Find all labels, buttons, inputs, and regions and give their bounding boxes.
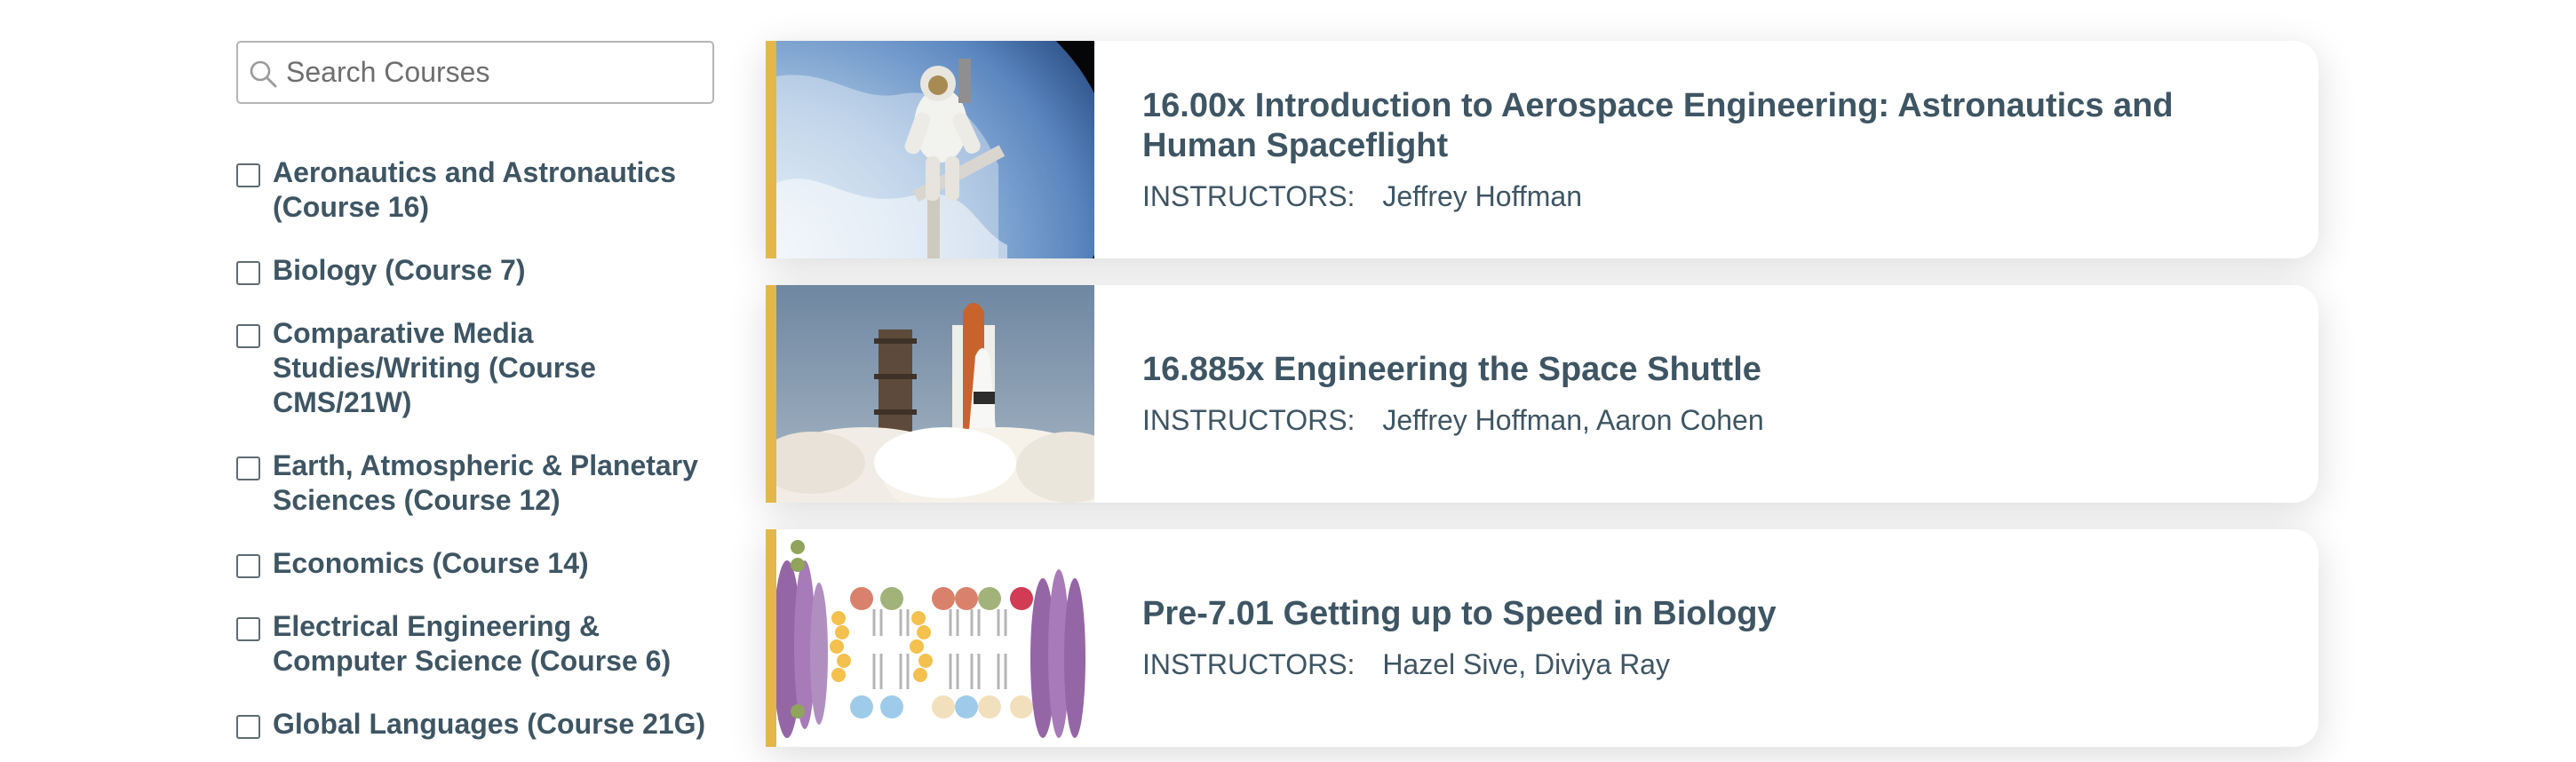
course-instructors: INSTRUCTORS: Hazel Sive, Diviya Ray	[1142, 647, 2238, 682]
card-accent-bar	[766, 41, 776, 258]
course-image-membrane[interactable]	[776, 529, 1094, 747]
course-instructors: INSTRUCTORS: Jeffrey Hoffman, Aaron Cohe…	[1142, 402, 2238, 438]
filter-label[interactable]: Comparative Media Studies/Writing (Cours…	[273, 316, 716, 420]
course-catalog-page: Aeronautics and Astronautics (Course 16)…	[0, 0, 2576, 762]
instructors-label: INSTRUCTORS:	[1142, 648, 1356, 680]
filter-item-aeronautics[interactable]: Aeronautics and Astronautics (Course 16)	[236, 155, 716, 225]
filter-label[interactable]: Biology (Course 7)	[273, 253, 525, 288]
instructors-label: INSTRUCTORS:	[1142, 404, 1356, 436]
search-box[interactable]	[236, 41, 714, 104]
filter-checkbox[interactable]	[236, 163, 260, 187]
card-accent-bar	[766, 529, 776, 747]
filter-item-earth-sciences[interactable]: Earth, Atmospheric & Planetary Sciences …	[236, 448, 716, 518]
filter-item-economics[interactable]: Economics (Course 14)	[236, 546, 716, 581]
course-title[interactable]: Pre-7.01 Getting up to Speed in Biology	[1142, 594, 2238, 634]
course-card[interactable]: Pre-7.01 Getting up to Speed in Biology …	[766, 529, 2318, 747]
filter-label[interactable]: Electrical Engineering & Computer Scienc…	[273, 609, 716, 679]
instructor-names: Jeffrey Hoffman, Aaron Cohen	[1382, 404, 1764, 436]
instructors-label: INSTRUCTORS:	[1142, 179, 1356, 212]
filter-checkbox[interactable]	[236, 554, 260, 578]
filter-checkbox[interactable]	[236, 324, 260, 348]
filter-item-biology[interactable]: Biology (Course 7)	[236, 253, 716, 288]
course-title[interactable]: 16.885x Engineering the Space Shuttle	[1142, 350, 2238, 390]
card-accent-bar	[766, 285, 776, 503]
instructor-names: Hazel Sive, Diviya Ray	[1382, 648, 1670, 680]
course-card[interactable]: 16.885x Engineering the Space Shuttle IN…	[766, 285, 2318, 503]
instructor-names: Jeffrey Hoffman	[1382, 179, 1583, 212]
filter-item-global-languages[interactable]: Global Languages (Course 21G)	[236, 707, 716, 742]
department-filter-list: Aeronautics and Astronautics (Course 16)…	[236, 155, 716, 742]
course-image-astronaut[interactable]	[776, 41, 1094, 258]
filter-checkbox[interactable]	[236, 715, 260, 739]
course-title[interactable]: 16.00x Introduction to Aerospace Enginee…	[1142, 86, 2238, 166]
filter-sidebar: Aeronautics and Astronautics (Course 16)…	[236, 41, 716, 762]
filter-label[interactable]: Aeronautics and Astronautics (Course 16)	[273, 155, 716, 225]
course-card-body: 16.00x Introduction to Aerospace Enginee…	[1094, 41, 2318, 258]
course-card-body: 16.885x Engineering the Space Shuttle IN…	[1094, 285, 2318, 503]
filter-label[interactable]: Global Languages (Course 21G)	[273, 707, 705, 742]
filter-item-eecs[interactable]: Electrical Engineering & Computer Scienc…	[236, 609, 716, 679]
search-icon	[250, 60, 277, 88]
filter-checkbox[interactable]	[236, 261, 260, 285]
search-input[interactable]	[286, 43, 704, 102]
course-card-body: Pre-7.01 Getting up to Speed in Biology …	[1094, 529, 2318, 747]
filter-label[interactable]: Economics (Course 14)	[273, 546, 589, 581]
course-card[interactable]: 16.00x Introduction to Aerospace Enginee…	[766, 41, 2318, 258]
course-instructors: INSTRUCTORS: Jeffrey Hoffman	[1142, 179, 2238, 214]
filter-item-comparative-media[interactable]: Comparative Media Studies/Writing (Cours…	[236, 316, 716, 420]
course-list: 16.00x Introduction to Aerospace Enginee…	[766, 41, 2318, 762]
course-image-shuttle[interactable]	[776, 285, 1094, 503]
filter-checkbox[interactable]	[236, 456, 260, 480]
filter-checkbox[interactable]	[236, 617, 260, 641]
filter-label[interactable]: Earth, Atmospheric & Planetary Sciences …	[273, 448, 716, 518]
